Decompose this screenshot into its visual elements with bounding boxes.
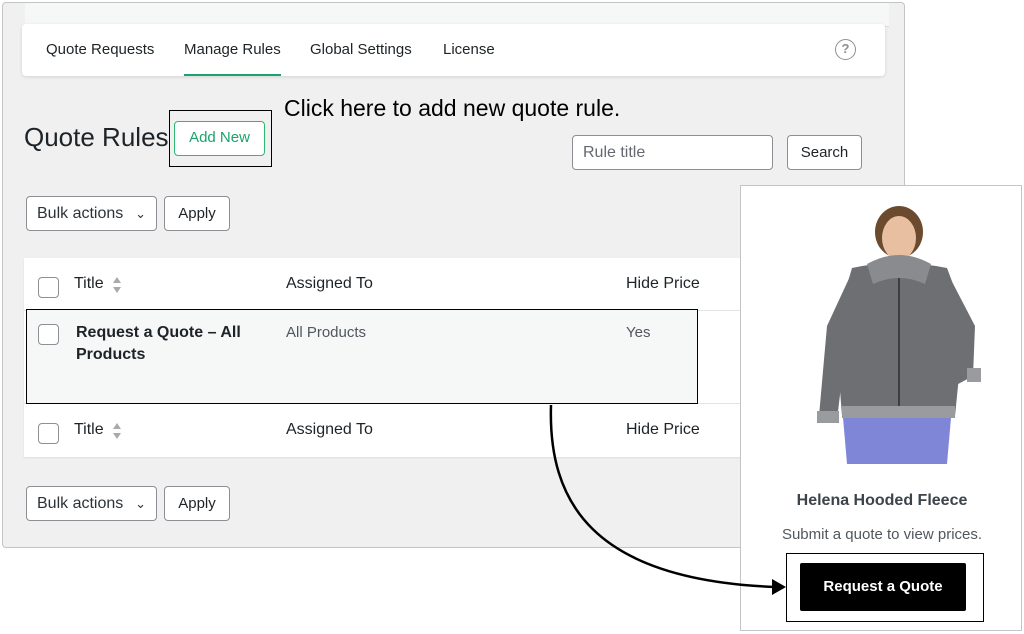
bulk-actions-select-top[interactable]: Bulk actions ⌄ [26,196,157,231]
row-checkbox[interactable] [38,324,59,345]
bulk-actions-select-bottom[interactable]: Bulk actions ⌄ [26,486,157,521]
apply-button-bottom[interactable]: Apply [164,486,230,521]
column-footer-hide-price: Hide Price [626,421,700,438]
column-footer-assigned-to: Assigned To [286,421,373,438]
sort-icon[interactable] [112,422,122,440]
request-a-quote-button[interactable]: Request a Quote [800,563,966,611]
tab-manage-rules[interactable]: Manage Rules [184,24,281,76]
tab-global-settings[interactable]: Global Settings [310,24,412,76]
bulk-actions-value: Bulk actions [37,495,124,512]
hide-price-cell: Yes [626,324,651,341]
select-all-checkbox-footer[interactable] [38,423,59,444]
column-header-hide-price: Hide Price [626,275,700,292]
apply-button-top[interactable]: Apply [164,196,230,231]
help-icon[interactable]: ? [835,39,856,60]
chevron-down-icon: ⌄ [135,496,146,511]
page-title: Quote Rules [24,122,169,152]
chevron-down-icon: ⌄ [135,206,146,221]
sort-icon[interactable] [112,276,122,294]
bulk-actions-value: Bulk actions [37,205,124,222]
column-header-title[interactable]: Title [74,275,104,293]
column-header-assigned-to: Assigned To [286,275,373,292]
product-subtitle: Submit a quote to view prices. [781,526,983,543]
assigned-to-cell: All Products [286,324,367,341]
rule-title-link[interactable]: Request a Quote – All Products [76,322,266,366]
rule-title-search-input[interactable] [572,135,773,170]
callout-text: Click here to add new quote rule. [284,95,621,121]
add-new-button[interactable]: Add New [174,121,265,156]
column-footer-title[interactable]: Title [74,421,104,439]
select-all-checkbox[interactable] [38,277,59,298]
tab-license[interactable]: License [443,24,495,76]
tab-quote-requests[interactable]: Quote Requests [46,24,154,76]
search-button[interactable]: Search [787,135,862,170]
product-name: Helena Hooded Fleece [796,492,968,509]
settings-nav: Quote Requests Manage Rules Global Setti… [22,24,885,76]
product-image [817,206,981,464]
